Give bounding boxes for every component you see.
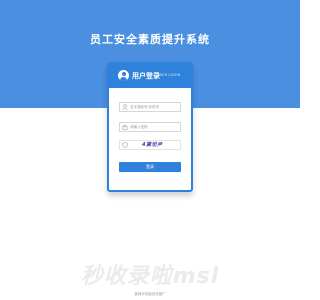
person-icon (122, 104, 128, 110)
page-title: 员工安全素质提升系统 (90, 33, 210, 46)
username-field[interactable]: 名字或帐号/手机号 (119, 102, 181, 112)
password-field[interactable]: 请输入密码 (119, 122, 181, 132)
captcha-image[interactable]: 4黛坦尹 (142, 141, 168, 149)
login-button[interactable]: 登录 (119, 162, 181, 172)
login-panel-header: 用户登录 USER LOGIN (109, 64, 191, 88)
watermark: 秒收录啦msl (80, 264, 220, 289)
login-title: 用户登录 (132, 72, 160, 80)
password-placeholder: 请输入密码 (130, 125, 148, 129)
footer-text: 营销手机版优化推广 (134, 292, 166, 296)
login-panel: 用户登录 USER LOGIN 名字或帐号/手机号 请输入密码 4黛坦尹 登录 (107, 62, 193, 192)
lock-icon (122, 124, 128, 130)
captcha-field[interactable]: 4黛坦尹 (119, 140, 181, 150)
login-subtitle: USER LOGIN (157, 73, 181, 77)
shield-icon (122, 142, 128, 148)
username-placeholder: 名字或帐号/手机号 (130, 105, 160, 109)
user-icon (118, 70, 129, 81)
